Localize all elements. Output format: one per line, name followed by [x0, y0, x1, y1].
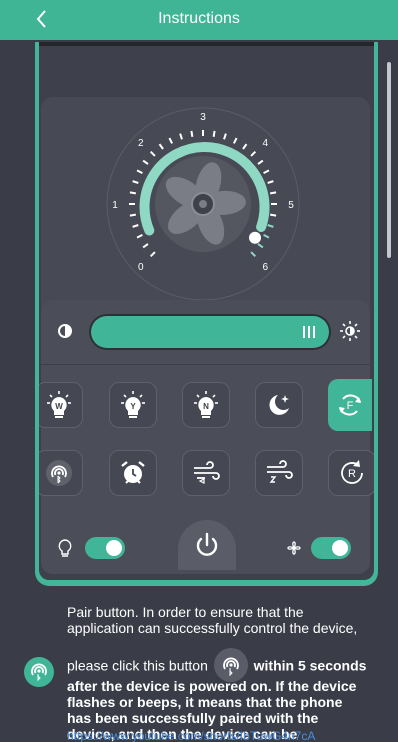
slider-grip-icon: [303, 326, 315, 338]
moon-star-icon: [269, 395, 289, 415]
svg-text:W: W: [55, 402, 63, 411]
fan-mode-f-button[interactable]: F: [328, 379, 372, 431]
dial-tick: [270, 191, 277, 195]
pair-icon: [222, 657, 239, 677]
dial-tick: [257, 159, 264, 165]
dial-tick: [267, 224, 274, 228]
page-title: Instructions: [158, 10, 240, 27]
mode-n-button[interactable]: N: [182, 382, 230, 428]
instruction-paragraph-1: Pair button. In order to ensure that the…: [67, 604, 358, 636]
dial-tick: [223, 133, 227, 140]
dial-tick: [263, 169, 270, 175]
toggle-knob: [106, 540, 122, 556]
power-icon: [196, 532, 218, 556]
dial-tick: [250, 251, 257, 258]
dial-label: 2: [138, 138, 144, 149]
timer-button[interactable]: [109, 450, 157, 496]
fan-speed-dial[interactable]: 0 1 2 3 4 5 6: [41, 97, 370, 307]
dial-label: 4: [262, 138, 268, 149]
control-panel: W Y N F R: [39, 300, 374, 574]
pair-badge: [24, 657, 54, 687]
device-preview: 0 1 2 3 4 5 6 W Y N F R: [35, 42, 378, 586]
brightness-slider[interactable]: [91, 316, 329, 348]
dial-tick: [257, 243, 264, 249]
pair-icon: [31, 663, 47, 682]
reverse-r-button[interactable]: R: [328, 450, 374, 496]
dial-tick: [136, 233, 143, 239]
pair-icon: [46, 460, 72, 486]
toggle-knob: [332, 540, 348, 556]
dial-tick: [250, 150, 257, 157]
dial-tick: [242, 143, 248, 150]
dial-tick: [149, 150, 156, 157]
fan-f-icon: F: [339, 394, 361, 416]
dial-tick: [132, 180, 139, 184]
top-bar: Instructions: [0, 0, 398, 40]
pair-button[interactable]: [39, 450, 83, 496]
dial-tick: [142, 159, 149, 165]
device-screen: 0 1 2 3 4 5 6 W Y N F R: [39, 42, 374, 580]
dial-tick: [212, 130, 216, 137]
inline-pair-icon: [213, 648, 248, 682]
dial-tick: [132, 224, 139, 228]
dial-tick: [270, 213, 277, 217]
bulb-w-icon: W: [47, 391, 71, 418]
speed-knob[interactable]: [248, 231, 261, 244]
fan-speed-panel: 0 1 2 3 4 5 6: [41, 97, 370, 307]
dial-tick: [129, 191, 136, 195]
mode-y-button[interactable]: Y: [109, 382, 157, 428]
dial-label: 3: [200, 112, 206, 123]
dial-label: 6: [262, 262, 268, 273]
light-toggle[interactable]: [85, 537, 125, 559]
natural-wind-button[interactable]: [182, 450, 230, 496]
dial-label: 0: [138, 262, 144, 273]
divider: [41, 364, 370, 365]
light-bulb-icon: [58, 539, 72, 557]
dial-tick: [129, 213, 136, 217]
dial-label: 1: [112, 200, 118, 211]
mode-w-button[interactable]: W: [39, 382, 83, 428]
dial-tick: [149, 251, 156, 258]
dial-tick: [267, 180, 274, 184]
sleep-wind-button[interactable]: [255, 450, 303, 496]
dial-tick: [190, 130, 194, 137]
svg-text:Y: Y: [130, 402, 136, 411]
svg-text:R: R: [348, 468, 356, 480]
svg-text:F: F: [347, 400, 354, 412]
dial-tick: [158, 143, 164, 150]
video-link[interactable]: https://www.youtube.com/shorts/IbTuwG4n7…: [67, 730, 315, 742]
dial-tick: [136, 169, 143, 175]
bulb-y-icon: Y: [121, 391, 145, 418]
dial-tick: [179, 133, 183, 140]
dial-label: 5: [288, 200, 294, 211]
wind-z-icon: [267, 460, 293, 483]
dial-tick: [263, 233, 270, 239]
fan-small-icon: [287, 541, 301, 555]
dial-tick: [142, 243, 149, 249]
scrollbar[interactable]: [387, 62, 391, 258]
power-button[interactable]: [178, 520, 236, 570]
dial-tick: [232, 137, 238, 144]
night-mode-button[interactable]: [255, 382, 303, 428]
alarm-clock-icon: [121, 461, 145, 484]
sun-icon: [340, 321, 360, 341]
fan-toggle[interactable]: [311, 537, 351, 559]
reverse-r-icon: R: [341, 460, 363, 484]
wind-icon: [194, 461, 220, 484]
dial-tick: [168, 137, 174, 144]
bulb-n-icon: N: [194, 391, 218, 418]
contrast-icon: [58, 324, 72, 338]
svg-text:N: N: [203, 402, 209, 411]
instruction-text-a: please click this button: [67, 657, 212, 674]
